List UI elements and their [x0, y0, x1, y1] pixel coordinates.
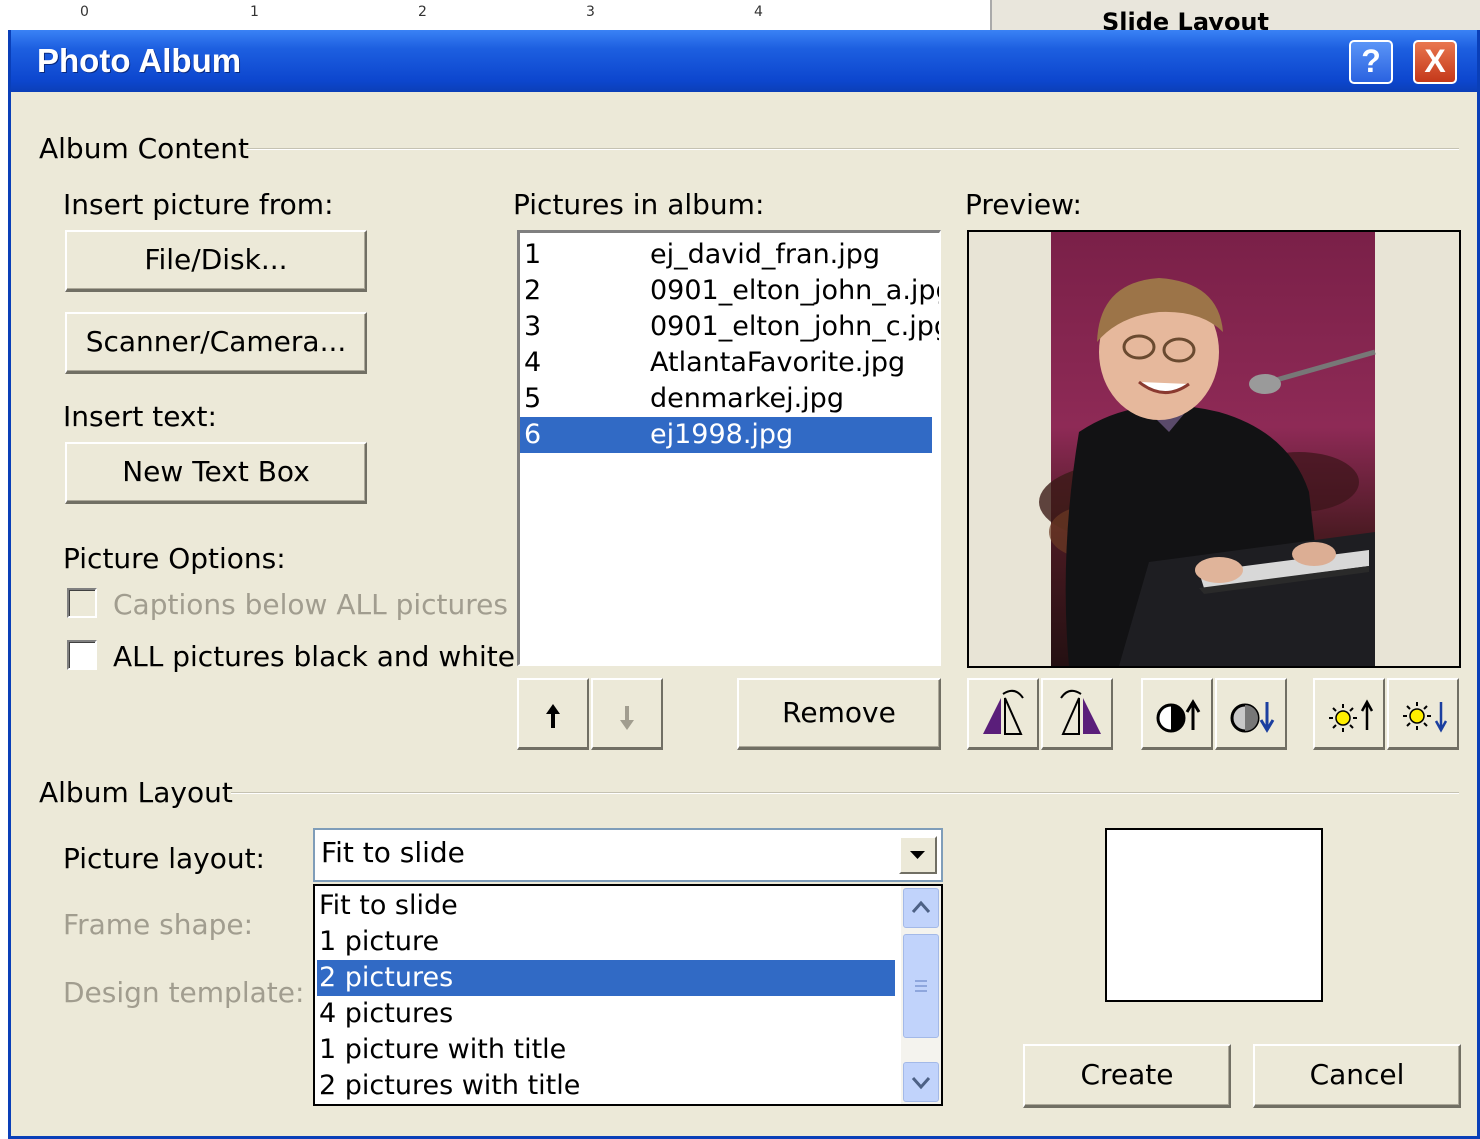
rotate-left-button[interactable] [967, 678, 1039, 750]
chevron-down-icon [911, 1077, 931, 1090]
dropdown-option[interactable]: 4 pictures [319, 996, 895, 1032]
list-item[interactable]: 1 ej_david_fran.jpg [520, 237, 932, 273]
picture-layout-dropdown-list[interactable]: Fit to slide 1 picture 2 pictures 4 pict… [313, 884, 943, 1106]
less-brightness-icon [1403, 702, 1448, 733]
more-brightness-button[interactable] [1313, 678, 1385, 750]
ruler-tick: 2 [418, 4, 427, 20]
black-white-checkbox[interactable] [67, 640, 97, 670]
album-content-group-label: Album Content [39, 132, 249, 165]
scroll-thumb[interactable] [903, 934, 939, 1038]
group-divider [247, 148, 1459, 150]
layout-preview-box [1105, 828, 1323, 1002]
more-contrast-icon [1156, 699, 1201, 733]
picture-layout-value: Fit to slide [321, 836, 465, 869]
captions-checkbox-label: Captions below ALL pictures [113, 588, 508, 621]
more-contrast-button[interactable] [1141, 678, 1213, 750]
arrow-down-icon [620, 706, 634, 730]
photo-album-dialog: Photo Album ? X Album Content Insert pic… [8, 30, 1480, 1139]
dropdown-option[interactable]: 1 picture [319, 924, 895, 960]
ruler-tick: 4 [754, 4, 763, 20]
preview-photo [1039, 232, 1376, 666]
preview-label: Preview: [965, 188, 1082, 221]
dropdown-option[interactable]: Fit to slide [319, 888, 895, 924]
dropdown-option-highlighted[interactable]: 2 pictures [317, 960, 895, 996]
grip-icon [915, 980, 927, 992]
picture-options-label: Picture Options: [63, 542, 286, 575]
design-template-label: Design template: [63, 976, 305, 1009]
list-item[interactable]: 5 denmarkej.jpg [520, 381, 932, 417]
chevron-down-icon [910, 851, 925, 859]
dropdown-option[interactable]: 1 picture with title [319, 1032, 895, 1068]
close-button[interactable]: X [1413, 40, 1457, 84]
insert-picture-label: Insert picture from: [63, 188, 334, 221]
dropdown-button[interactable] [899, 836, 937, 874]
frame-shape-label: Frame shape: [63, 908, 254, 941]
dropdown-option[interactable]: 2 pictures with title [319, 1068, 895, 1104]
dropdown-scrollbar[interactable] [901, 886, 941, 1104]
rotate-right-button[interactable] [1041, 678, 1113, 750]
list-item-selected[interactable]: 6 ej1998.jpg [520, 417, 932, 453]
less-brightness-button[interactable] [1387, 678, 1459, 750]
ruler-tick: 0 [80, 4, 89, 20]
scroll-up-button[interactable] [903, 888, 939, 928]
scanner-camera-button[interactable]: Scanner/Camera... [65, 312, 367, 374]
rotate-right-icon [1060, 689, 1101, 735]
title-bar[interactable]: Photo Album ? X [11, 30, 1477, 92]
move-up-button[interactable] [517, 678, 589, 750]
less-contrast-icon [1230, 702, 1275, 733]
picture-layout-select[interactable]: Fit to slide [313, 828, 943, 882]
arrow-up-icon [546, 704, 560, 728]
preview-pane [967, 230, 1461, 668]
pictures-in-album-label: Pictures in album: [513, 188, 765, 221]
dialog-title: Photo Album [37, 42, 242, 79]
move-down-button[interactable] [591, 678, 663, 750]
less-contrast-button[interactable] [1215, 678, 1287, 750]
album-layout-group-label: Album Layout [39, 776, 233, 809]
pictures-listbox[interactable]: 1 ej_david_fran.jpg 2 0901_elton_john_a.jp… [517, 230, 941, 666]
list-item[interactable]: 3 0901_elton_john_c.jpg [520, 309, 939, 345]
help-button[interactable]: ? [1349, 40, 1393, 84]
new-text-box-button[interactable]: New Text Box [65, 442, 367, 504]
cancel-button[interactable]: Cancel [1253, 1044, 1461, 1108]
file-disk-button[interactable]: File/Disk... [65, 230, 367, 292]
more-brightness-icon [1329, 699, 1374, 732]
create-button[interactable]: Create [1023, 1044, 1231, 1108]
ruler-tick: 3 [586, 4, 595, 20]
remove-button[interactable]: Remove [737, 678, 941, 750]
black-white-checkbox-label: ALL pictures black and white [113, 640, 515, 673]
list-item[interactable]: 4 AtlantaFavorite.jpg [520, 345, 932, 381]
picture-layout-label: Picture layout: [63, 842, 265, 875]
group-divider [231, 792, 1459, 794]
rotate-left-icon [983, 689, 1024, 735]
list-item[interactable]: 2 0901_elton_john_a.jpg [520, 273, 939, 309]
chevron-up-icon [911, 900, 931, 913]
scroll-down-button[interactable] [903, 1062, 939, 1102]
ruler-tick: 1 [250, 4, 259, 20]
captions-checkbox[interactable] [67, 588, 97, 618]
insert-text-label: Insert text: [63, 400, 217, 433]
